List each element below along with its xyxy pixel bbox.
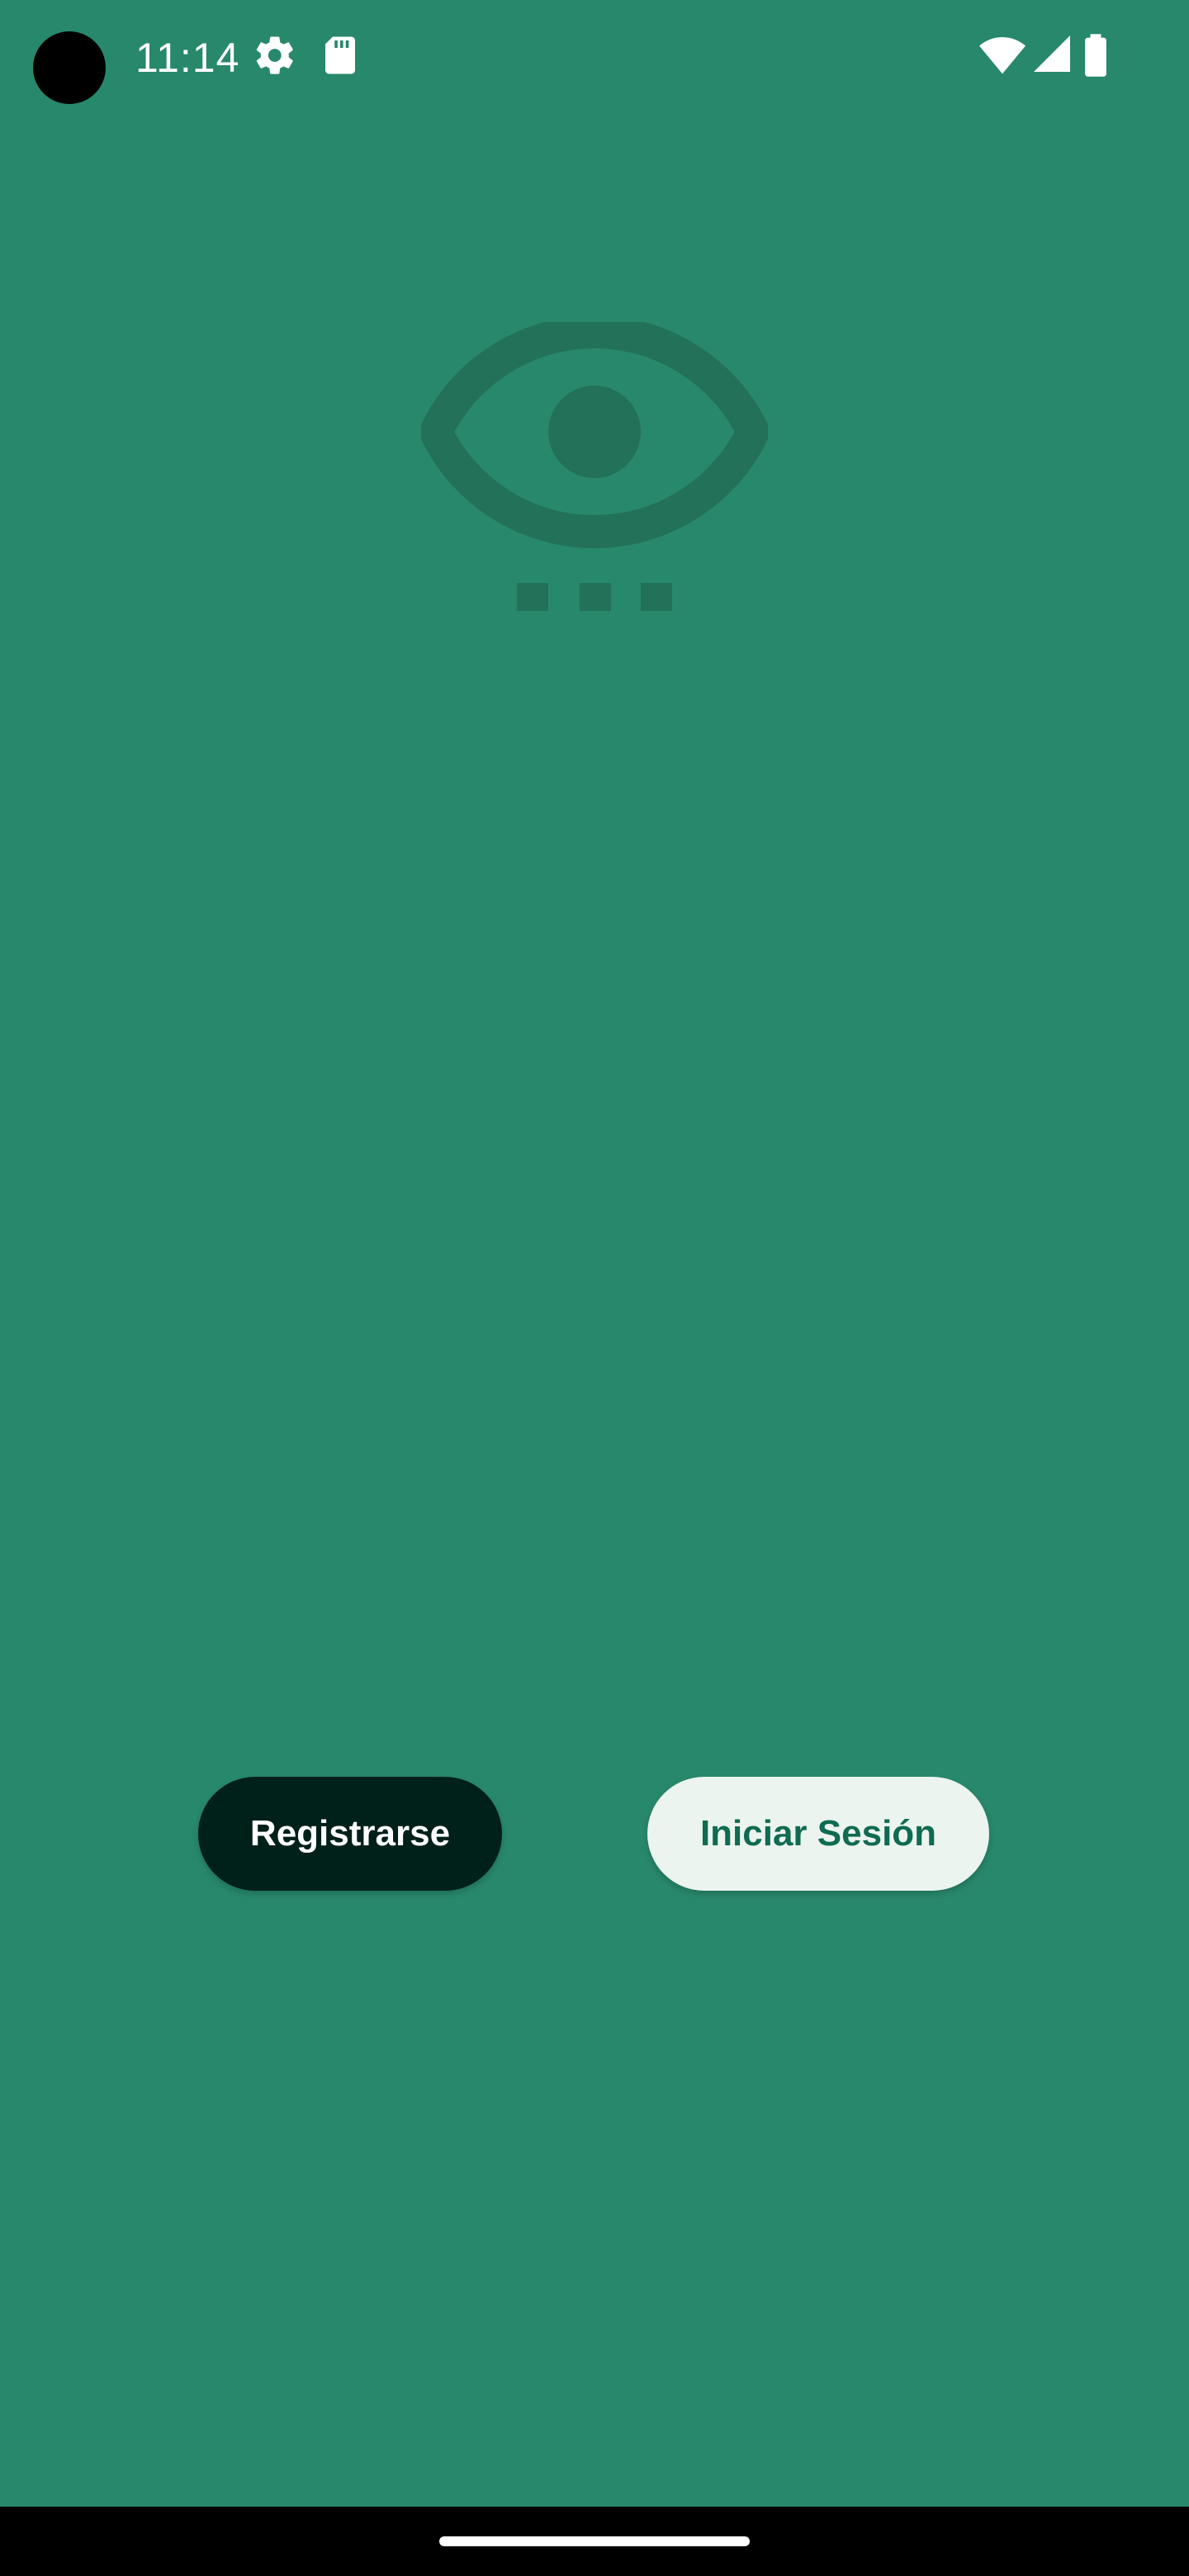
app-logo: [417, 315, 772, 619]
register-button[interactable]: Registrarse: [198, 1777, 502, 1891]
login-button-label: Iniciar Sesión: [699, 1813, 937, 1854]
wifi-icon: [979, 33, 1026, 80]
battery-icon: [1083, 33, 1108, 82]
sd-card-icon: [320, 33, 360, 82]
camera-cutout: [33, 31, 106, 104]
cell-signal-icon: [1032, 33, 1072, 78]
login-button[interactable]: Iniciar Sesión: [647, 1777, 989, 1891]
status-time: 11:14: [135, 35, 240, 81]
status-bar: 11:14: [0, 0, 1189, 116]
register-button-label: Registrarse: [249, 1813, 451, 1854]
eye-icon: [417, 315, 772, 611]
home-indicator[interactable]: [439, 2536, 750, 2546]
navigation-bar: [0, 2507, 1189, 2576]
welcome-screen: 11:14 Registrarse Iniciar Sesión: [0, 0, 1189, 2576]
settings-gear-icon: [253, 33, 297, 82]
